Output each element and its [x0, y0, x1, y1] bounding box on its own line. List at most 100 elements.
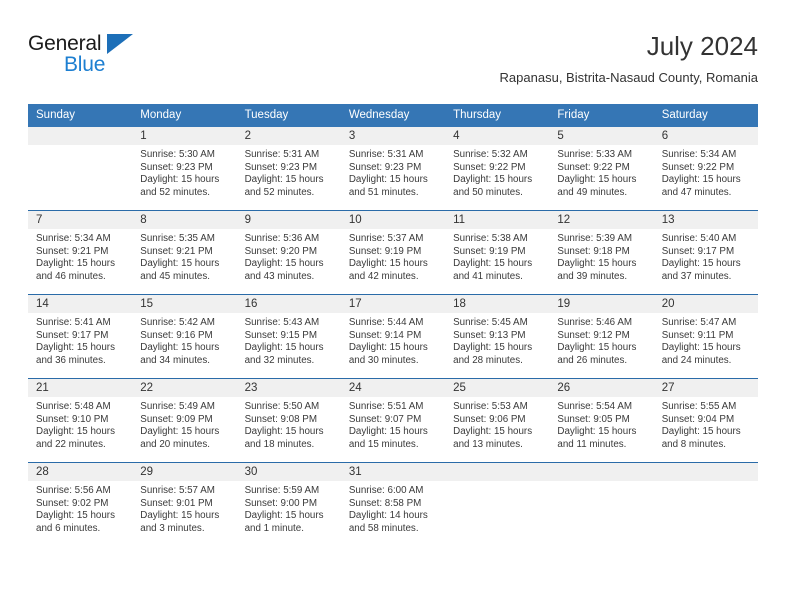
day-sun-info: Sunrise: 5:38 AM Sunset: 9:19 PM Daylight:…: [445, 229, 549, 283]
day-cell-empty: [653, 462, 758, 546]
daylight-text: Daylight: 15 hours and 13 minutes.: [453, 426, 533, 450]
day-cell-content: 4 Sunrise: 5:32 AM Sunset: 9:22 PM Daylight…: [445, 127, 550, 210]
day-cell-content: 16 Sunrise: 5:43 AM Sunset: 9:15 PM Dayligh…: [236, 295, 341, 378]
day-number: 7: [28, 211, 133, 229]
generalblue-logo: General Blue: [28, 32, 158, 84]
day-number: 22: [132, 379, 237, 397]
daylight-text: Daylight: 15 hours and 47 minutes.: [661, 174, 741, 198]
sunrise-text: Sunrise: 5:33 AM: [557, 149, 633, 160]
calendar-header-row: Sunday Monday Tuesday Wednesday Thursday…: [28, 104, 758, 127]
day-cell-content: 11 Sunrise: 5:38 AM Sunset: 9:19 PM Dayligh…: [445, 211, 550, 294]
sunrise-text: Sunrise: 5:41 AM: [36, 317, 111, 328]
day-cell[interactable]: 24 Sunrise: 5:51 AM Sunset: 9:07 PM Dayligh…: [340, 378, 446, 463]
day-cell[interactable]: 31 Sunrise: 6:00 AM Sunset: 8:58 PM Dayligh…: [340, 462, 446, 546]
day-cell[interactable]: 7 Sunrise: 5:34 AM Sunset: 9:21 PM Daylight…: [28, 210, 133, 295]
sunrise-text: Sunrise: 5:40 AM: [661, 233, 737, 244]
day-cell[interactable]: 15 Sunrise: 5:42 AM Sunset: 9:16 PM Dayligh…: [132, 294, 237, 379]
daylight-text: Daylight: 15 hours and 24 minutes.: [661, 342, 741, 366]
day-cell-content: 20 Sunrise: 5:47 AM Sunset: 9:11 PM Dayligh…: [653, 295, 758, 378]
day-cell[interactable]: 5 Sunrise: 5:33 AM Sunset: 9:22 PM Daylight…: [549, 127, 654, 211]
day-cell-content: [28, 127, 133, 210]
day-number: 20: [653, 295, 758, 313]
week-row: 14 Sunrise: 5:41 AM Sunset: 9:17 PM Dayligh…: [28, 294, 758, 379]
day-cell[interactable]: 17 Sunrise: 5:44 AM Sunset: 9:14 PM Dayligh…: [340, 294, 446, 379]
day-number: 4: [445, 127, 550, 145]
day-cell[interactable]: 8 Sunrise: 5:35 AM Sunset: 9:21 PM Daylight…: [132, 210, 237, 295]
day-cell[interactable]: 12 Sunrise: 5:39 AM Sunset: 9:18 PM Dayligh…: [549, 210, 654, 295]
page-title: July 2024: [646, 31, 758, 61]
day-cell-content: 18 Sunrise: 5:45 AM Sunset: 9:13 PM Dayligh…: [445, 295, 550, 378]
day-cell[interactable]: 25 Sunrise: 5:53 AM Sunset: 9:06 PM Dayligh…: [445, 378, 550, 463]
day-cell-content: 21 Sunrise: 5:48 AM Sunset: 9:10 PM Dayligh…: [28, 379, 133, 462]
day-cell[interactable]: 22 Sunrise: 5:49 AM Sunset: 9:09 PM Dayligh…: [132, 378, 237, 463]
sunset-text: Sunset: 9:11 PM: [661, 329, 734, 341]
daylight-text: Daylight: 15 hours and 11 minutes.: [557, 426, 637, 450]
daylight-text: Daylight: 15 hours and 18 minutes.: [244, 426, 324, 450]
sunrise-text: Sunrise: 5:34 AM: [661, 149, 737, 160]
day-cell-content: 29 Sunrise: 5:57 AM Sunset: 9:01 PM Dayligh…: [132, 463, 237, 546]
day-cell[interactable]: 29 Sunrise: 5:57 AM Sunset: 9:01 PM Dayligh…: [132, 462, 237, 546]
sunrise-text: Sunrise: 5:37 AM: [348, 233, 424, 244]
sunrise-text: Sunrise: 5:31 AM: [348, 149, 424, 160]
day-number: 25: [445, 379, 550, 397]
sunrise-text: Sunrise: 5:59 AM: [244, 485, 320, 496]
daylight-text: Daylight: 15 hours and 20 minutes.: [140, 426, 220, 450]
daylight-text: Daylight: 15 hours and 1 minute.: [244, 510, 324, 534]
day-number: 23: [236, 379, 341, 397]
day-number: 8: [132, 211, 237, 229]
day-cell[interactable]: 30 Sunrise: 5:59 AM Sunset: 9:00 PM Dayligh…: [236, 462, 341, 546]
sunset-text: Sunset: 9:02 PM: [36, 497, 109, 509]
day-cell-content: 31 Sunrise: 6:00 AM Sunset: 8:58 PM Dayligh…: [340, 463, 446, 546]
sunset-text: Sunset: 8:58 PM: [348, 497, 422, 509]
day-cell[interactable]: 9 Sunrise: 5:36 AM Sunset: 9:20 PM Daylight…: [236, 210, 341, 295]
day-cell[interactable]: 1 Sunrise: 5:30 AM Sunset: 9:23 PM Daylight…: [132, 127, 237, 211]
sunrise-text: Sunrise: 5:43 AM: [244, 317, 320, 328]
sunrise-text: Sunrise: 5:56 AM: [36, 485, 111, 496]
week-row: 1 Sunrise: 5:30 AM Sunset: 9:23 PM Daylight…: [28, 127, 758, 211]
day-cell[interactable]: 26 Sunrise: 5:54 AM Sunset: 9:05 PM Dayligh…: [549, 378, 654, 463]
day-cell[interactable]: 14 Sunrise: 5:41 AM Sunset: 9:17 PM Dayligh…: [28, 294, 133, 379]
sunset-text: Sunset: 9:17 PM: [36, 329, 109, 341]
day-cell[interactable]: 4 Sunrise: 5:32 AM Sunset: 9:22 PM Daylight…: [445, 127, 550, 211]
day-sun-info: Sunrise: 5:40 AM Sunset: 9:17 PM Daylight:…: [654, 229, 758, 283]
sunset-text: Sunset: 9:22 PM: [661, 161, 735, 173]
logo-triangle-icon: [107, 34, 133, 54]
day-cell[interactable]: 28 Sunrise: 5:56 AM Sunset: 9:02 PM Dayligh…: [28, 462, 133, 546]
daylight-text: Daylight: 15 hours and 34 minutes.: [140, 342, 220, 366]
day-cell[interactable]: 11 Sunrise: 5:38 AM Sunset: 9:19 PM Dayligh…: [445, 210, 550, 295]
daylight-text: Daylight: 15 hours and 52 minutes.: [244, 174, 324, 198]
day-cell[interactable]: 23 Sunrise: 5:50 AM Sunset: 9:08 PM Dayligh…: [236, 378, 341, 463]
day-cell[interactable]: 21 Sunrise: 5:48 AM Sunset: 9:10 PM Dayligh…: [28, 378, 133, 463]
day-cell[interactable]: 16 Sunrise: 5:43 AM Sunset: 9:15 PM Dayligh…: [236, 294, 341, 379]
day-cell-empty: [549, 462, 654, 546]
day-cell[interactable]: 10 Sunrise: 5:37 AM Sunset: 9:19 PM Dayligh…: [340, 210, 446, 295]
daylight-text: Daylight: 15 hours and 22 minutes.: [36, 426, 115, 450]
day-sun-info: Sunrise: 5:34 AM Sunset: 9:22 PM Daylight:…: [654, 145, 758, 199]
day-cell-content: [549, 463, 654, 546]
day-cell-content: 26 Sunrise: 5:54 AM Sunset: 9:05 PM Dayligh…: [549, 379, 654, 462]
daylight-text: Daylight: 15 hours and 26 minutes.: [557, 342, 637, 366]
day-cell[interactable]: 2 Sunrise: 5:31 AM Sunset: 9:23 PM Daylight…: [236, 127, 341, 211]
day-sun-info: Sunrise: 5:47 AM Sunset: 9:11 PM Daylight:…: [654, 313, 758, 367]
day-sun-info: Sunrise: 5:34 AM Sunset: 9:21 PM Daylight:…: [28, 229, 132, 283]
day-sun-info: Sunrise: 5:57 AM Sunset: 9:01 PM Daylight:…: [132, 481, 236, 535]
day-cell[interactable]: 20 Sunrise: 5:47 AM Sunset: 9:11 PM Dayligh…: [653, 294, 758, 379]
day-cell[interactable]: 19 Sunrise: 5:46 AM Sunset: 9:12 PM Dayligh…: [549, 294, 654, 379]
daylight-text: Daylight: 15 hours and 30 minutes.: [348, 342, 428, 366]
weekday-header-saturday: Saturday: [653, 104, 758, 127]
sunset-text: Sunset: 9:15 PM: [244, 329, 317, 341]
sunset-text: Sunset: 9:22 PM: [557, 161, 630, 173]
day-number: [445, 463, 550, 481]
day-cell[interactable]: 13 Sunrise: 5:40 AM Sunset: 9:17 PM Dayligh…: [653, 210, 758, 295]
day-sun-info: Sunrise: 5:42 AM Sunset: 9:16 PM Daylight:…: [132, 313, 236, 367]
day-cell[interactable]: 27 Sunrise: 5:55 AM Sunset: 9:04 PM Dayligh…: [653, 378, 758, 463]
sunrise-text: Sunrise: 5:38 AM: [453, 233, 528, 244]
day-sun-info: Sunrise: 5:31 AM Sunset: 9:23 PM Daylight:…: [341, 145, 445, 199]
day-cell[interactable]: 6 Sunrise: 5:34 AM Sunset: 9:22 PM Daylight…: [653, 127, 758, 211]
day-cell[interactable]: 3 Sunrise: 5:31 AM Sunset: 9:23 PM Daylight…: [340, 127, 446, 211]
sunset-text: Sunset: 9:01 PM: [140, 497, 213, 509]
day-cell-empty: [445, 462, 550, 546]
daylight-text: Daylight: 15 hours and 15 minutes.: [348, 426, 428, 450]
sunset-text: Sunset: 9:09 PM: [140, 413, 213, 425]
day-cell[interactable]: 18 Sunrise: 5:45 AM Sunset: 9:13 PM Dayligh…: [445, 294, 550, 379]
